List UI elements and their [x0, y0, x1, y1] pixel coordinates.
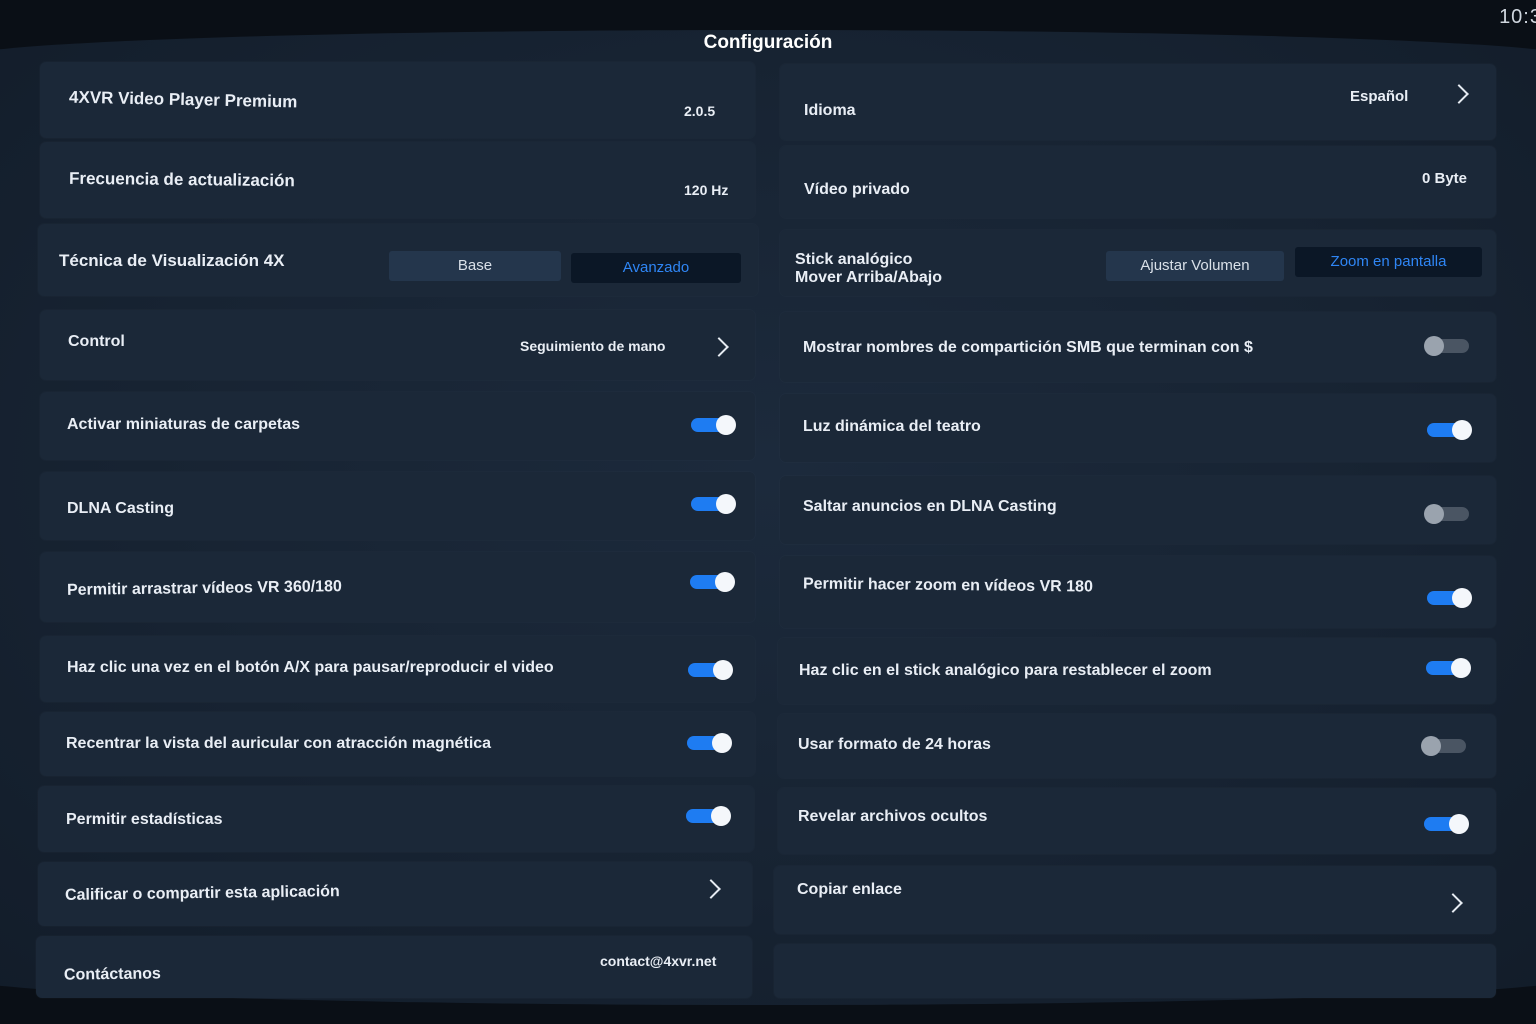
analog-stick-label-1: Stick analógico [795, 251, 913, 268]
reset-zoom-label: Haz clic en el stick analógico para rest… [799, 662, 1212, 679]
smb-toggle[interactable] [1424, 336, 1469, 356]
technique-option-advanced[interactable]: Avanzado [571, 253, 741, 283]
hidden-files-toggle[interactable] [1424, 814, 1469, 834]
skip-ads-toggle[interactable] [1424, 504, 1469, 524]
reset-zoom-row: Haz clic en el stick analógico para rest… [778, 638, 1496, 704]
refresh-rate-value: 120 Hz [684, 182, 729, 198]
drag-vr-toggle[interactable] [690, 572, 735, 592]
click-ax-label: Haz clic una vez en el botón A/X para pa… [67, 659, 554, 676]
toggle-knob [712, 733, 732, 753]
empty-row [774, 944, 1496, 998]
toggle-knob [713, 660, 733, 680]
page-title: Configuración [703, 32, 833, 53]
status-clock: 10:3 [1499, 6, 1536, 28]
toggle-knob [1424, 336, 1444, 356]
private-video-label: Vídeo privado [804, 181, 910, 198]
contact-label: Contáctanos [63, 965, 162, 984]
rate-share-chevron-right-icon [701, 879, 721, 899]
app-version: 2.0.5 [684, 103, 716, 119]
copy-link-label: Copiar enlace [797, 881, 902, 898]
stats-row: Permitir estadísticas [38, 786, 754, 852]
toggle-knob [1421, 736, 1441, 756]
contact-email[interactable]: contact@4xvr.net [600, 953, 716, 969]
zoom-vr180-label: Permitir hacer zoom en vídeos VR 180 [802, 575, 1093, 596]
rate-share-label: Calificar o compartir esta aplicación [64, 883, 340, 904]
folder-thumbnails-label: Activar miniaturas de carpetas [67, 416, 300, 433]
language-row[interactable]: Idioma Español [780, 64, 1496, 140]
toggle-knob [1449, 814, 1469, 834]
display-technique-label: Técnica de Visualización 4X [59, 251, 285, 270]
stick-option-zoom[interactable]: Zoom en pantalla [1295, 247, 1482, 277]
language-value: Español [1350, 88, 1409, 105]
control-row[interactable]: Control Seguimiento de mano [40, 310, 755, 380]
reset-zoom-toggle[interactable] [1426, 658, 1471, 678]
zoom-vr180-toggle[interactable] [1427, 588, 1472, 608]
drag-vr-label: Permitir arrastrar vídeos VR 360/180 [66, 578, 342, 599]
refresh-rate-row: Frecuencia de actualización 120 Hz [40, 142, 755, 218]
language-label: Idioma [804, 102, 856, 119]
theater-light-label: Luz dinámica del teatro [803, 418, 981, 435]
toggle-knob [715, 572, 735, 592]
dlna-casting-row: DLNA Casting [40, 472, 755, 540]
folder-thumbnails-row: Activar miniaturas de carpetas [40, 392, 755, 460]
toggle-knob [716, 415, 736, 435]
recenter-row: Recentrar la vista del auricular con atr… [40, 712, 755, 776]
stick-option-volume[interactable]: Ajustar Volumen [1106, 251, 1284, 281]
contact-row: Contáctanos contact@4xvr.net [36, 936, 752, 998]
display-technique-row: Técnica de Visualización 4X Base Avanzad… [38, 224, 758, 296]
toggle-knob [1452, 420, 1472, 440]
hidden-files-label: Revelar archivos ocultos [798, 808, 988, 825]
settings-screen: 10:3 Configuración 4XVR Video Player Pre… [0, 0, 1536, 1024]
theater-light-row: Luz dinámica del teatro [780, 394, 1496, 462]
format24-label: Usar formato de 24 horas [798, 736, 991, 753]
recenter-label: Recentrar la vista del auricular con atr… [66, 735, 492, 752]
copy-link-row[interactable]: Copiar enlace [774, 866, 1496, 934]
recenter-toggle[interactable] [687, 733, 732, 753]
private-video-size: 0 Byte [1422, 170, 1468, 187]
skip-ads-label: Saltar anuncios en DLNA Casting [803, 498, 1057, 515]
language-chevron-right-icon [1449, 84, 1469, 104]
theater-light-toggle[interactable] [1427, 420, 1472, 440]
smb-row: Mostrar nombres de compartición SMB que … [780, 312, 1496, 382]
zoom-vr180-row: Permitir hacer zoom en vídeos VR 180 [780, 556, 1496, 628]
format24-toggle[interactable] [1421, 736, 1466, 756]
refresh-rate-label: Frecuencia de actualización [68, 168, 295, 191]
click-ax-toggle[interactable] [688, 660, 733, 680]
stats-toggle[interactable] [686, 806, 731, 826]
app-name: 4XVR Video Player Premium [68, 87, 298, 112]
private-video-row[interactable]: Vídeo privado 0 Byte [780, 146, 1496, 218]
smb-label: Mostrar nombres de compartición SMB que … [803, 339, 1253, 356]
analog-stick-label-2: Mover Arriba/Abajo [795, 269, 942, 286]
copy-link-chevron-right-icon [1443, 893, 1463, 913]
drag-vr-row: Permitir arrastrar vídeos VR 360/180 [40, 552, 755, 622]
rate-share-row[interactable]: Calificar o compartir esta aplicación [38, 862, 752, 926]
dlna-casting-toggle[interactable] [691, 494, 736, 514]
analog-stick-row: Stick analógico Mover Arriba/Abajo Ajust… [780, 230, 1496, 296]
hidden-files-row: Revelar archivos ocultos [778, 788, 1496, 854]
control-value: Seguimiento de mano [520, 338, 666, 354]
stats-label: Permitir estadísticas [66, 811, 223, 828]
toggle-knob [711, 806, 731, 826]
format24-row: Usar formato de 24 horas [778, 714, 1496, 778]
control-chevron-right-icon [709, 337, 729, 357]
dlna-casting-label: DLNA Casting [67, 500, 174, 517]
click-ax-row: Haz clic una vez en el botón A/X para pa… [40, 636, 755, 702]
toggle-knob [1452, 588, 1472, 608]
skip-ads-row: Saltar anuncios en DLNA Casting [780, 476, 1496, 544]
app-info-row: 4XVR Video Player Premium 2.0.5 [40, 62, 755, 138]
toggle-knob [716, 494, 736, 514]
toggle-knob [1424, 504, 1444, 524]
toggle-knob [1451, 658, 1471, 678]
control-label: Control [68, 333, 125, 350]
technique-option-base[interactable]: Base [389, 251, 561, 281]
folder-thumbnails-toggle[interactable] [691, 415, 736, 435]
